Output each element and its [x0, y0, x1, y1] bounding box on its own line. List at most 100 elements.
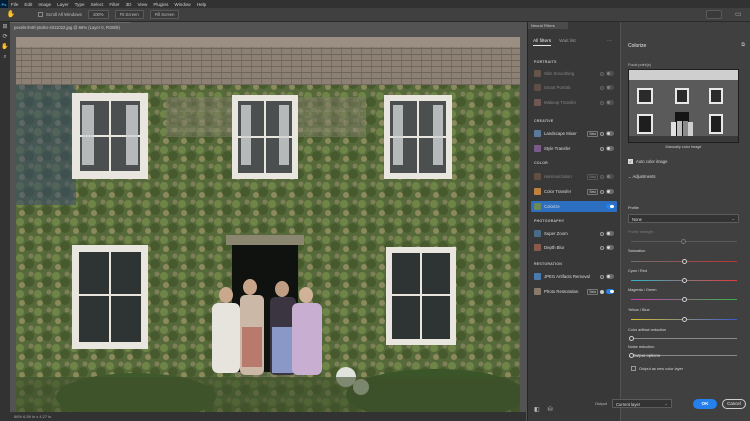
filter-thumbnail-icon [534, 244, 541, 251]
neural-filters-tab[interactable]: Neural Filters [528, 22, 568, 29]
filter-toggle[interactable] [606, 146, 614, 151]
document-canvas[interactable] [16, 37, 520, 412]
slider-knob[interactable] [681, 259, 687, 264]
filter-row-color-transfer[interactable]: Color Transfer Beta [531, 186, 617, 197]
filter-row-colorize[interactable]: Colorize [531, 201, 617, 212]
layer-mask-icon[interactable]: ⛁ [548, 406, 553, 413]
share-button[interactable] [706, 10, 722, 19]
menu-window[interactable]: Window [171, 2, 193, 7]
filter-name: Makeup Transfer [544, 100, 577, 105]
auto-color-checkbox[interactable] [628, 159, 633, 164]
menu-view[interactable]: View [134, 2, 150, 7]
cloud-status-icon [600, 71, 604, 76]
slider-label-cyan-red: Cyan / Red [628, 269, 647, 273]
filter-toggle[interactable] [606, 189, 614, 194]
zoom-tool-icon[interactable]: ⌕ [0, 52, 10, 62]
focal-point-preview[interactable] [628, 69, 739, 143]
filter-row-skin-smoothing[interactable]: Skin Smoothing [531, 68, 617, 79]
filter-row-makeup-transfer[interactable]: Makeup Transfer [531, 97, 617, 108]
filter-toggle[interactable] [606, 274, 614, 279]
focal-points-label: Focal point(s) [628, 63, 652, 67]
filter-toggle[interactable] [606, 174, 614, 179]
menu-type[interactable]: Type [72, 2, 88, 7]
tab-wait-list[interactable]: Wait list [559, 39, 576, 46]
menu-select[interactable]: Select [88, 2, 107, 7]
window-top-right [384, 95, 452, 179]
menu-3d[interactable]: 3D [123, 2, 135, 7]
menu-layer[interactable]: Layer [54, 2, 72, 7]
output-options-header[interactable]: ⌄ Output options [628, 353, 660, 358]
menu-file[interactable]: File [8, 2, 21, 7]
filter-thumbnail-icon [534, 84, 541, 91]
output-dropdown[interactable]: Current layer ⌄ [612, 399, 672, 408]
rotate-view-icon[interactable]: ⟳ [0, 32, 10, 42]
slider-knob[interactable] [681, 278, 687, 283]
filter-toggle[interactable] [606, 204, 614, 209]
profile-dropdown[interactable]: None ⌄ [628, 214, 739, 223]
filter-name: Landscape Mixer [544, 131, 577, 136]
filter-name: Skin Smoothing [544, 71, 575, 76]
slider-label-saturation: Saturation [628, 249, 646, 253]
expand-panel-icon[interactable]: ⧉ [741, 42, 745, 48]
adjustments-label: Adjustments [632, 174, 656, 179]
scroll-all-windows-checkbox[interactable] [38, 12, 43, 17]
output-new-layer-checkbox[interactable] [631, 366, 636, 371]
hand-tool-icon[interactable]: ✋ [6, 10, 16, 20]
chevron-down-icon: ⌄ [628, 174, 632, 179]
menu-help[interactable]: Help [194, 2, 209, 7]
slider-knob[interactable] [681, 317, 687, 322]
adjustments-header[interactable]: ⌄ Adjustments [628, 174, 656, 179]
filter-row-depth-blur[interactable]: Depth Blur [531, 242, 617, 253]
menu-edit[interactable]: Edit [21, 2, 35, 7]
filter-toggle[interactable] [606, 131, 614, 136]
output-options-label: Output options [632, 353, 660, 358]
menu-filter[interactable]: Filter [106, 2, 122, 7]
filter-row-photo-restoration[interactable]: Photo Restoration Beta [531, 286, 617, 297]
fill-screen-button[interactable]: Fill Screen [149, 10, 180, 19]
slider-knob[interactable] [628, 336, 634, 341]
filter-thumbnail-icon [534, 173, 541, 180]
filter-thumbnail-icon [534, 230, 541, 237]
cloud-status-icon [600, 245, 604, 250]
hand-tool-icon[interactable]: ✋ [0, 42, 10, 52]
cloud-status-icon [600, 146, 604, 151]
menu-image[interactable]: Image [35, 2, 54, 7]
filter-row-smart-portrait[interactable]: Smart Portrait [531, 82, 617, 93]
filter-toggle[interactable] [606, 71, 614, 76]
filter-row-jpeg-artifacts-removal[interactable]: JPEG Artifacts Removal [531, 271, 617, 282]
cancel-button[interactable]: Cancel [722, 399, 746, 409]
filter-toggle[interactable] [606, 85, 614, 90]
filter-row-super-zoom[interactable]: Super Zoom [531, 228, 617, 239]
fit-screen-button[interactable]: Fit Screen [114, 10, 144, 19]
slider-label-noise-reduction: Noise reduction [628, 345, 655, 349]
cloud-status-icon [600, 289, 604, 294]
output-new-layer-label: Output as new color layer [639, 366, 684, 371]
filter-name: Super Zoom [544, 231, 568, 236]
filter-row-style-transfer[interactable]: Style Transfer [531, 143, 617, 154]
tab-all-filters[interactable]: All filters [533, 39, 552, 46]
photoshop-logo[interactable]: Ps [0, 0, 8, 8]
frame-tool-icon[interactable]: ⊞ [0, 22, 10, 32]
filter-row-landscape-mixer[interactable]: Landscape Mixer Beta [531, 128, 617, 139]
ok-button[interactable]: OK [693, 399, 717, 409]
profile-strength-knob [681, 239, 686, 244]
workspace-icon[interactable]: ▭ [735, 10, 744, 19]
filter-toggle[interactable] [606, 289, 614, 294]
filter-row-harmonization[interactable]: Harmonization Beta [531, 171, 617, 182]
filter-toggle[interactable] [606, 245, 614, 250]
output-label: Output [595, 401, 608, 406]
zoom-100-button[interactable]: 100% [87, 10, 109, 19]
filter-name: Photo Restoration [544, 289, 579, 294]
colorize-title: Colorize [628, 43, 647, 49]
menu-plugins[interactable]: Plugins [150, 2, 171, 7]
filter-thumbnail-icon [534, 188, 541, 195]
slider-track[interactable] [631, 338, 737, 339]
preview-toggle-icon[interactable]: ◧ [534, 406, 540, 413]
slider-knob[interactable] [681, 297, 687, 302]
more-options-icon[interactable]: ⋯ [607, 38, 612, 44]
filter-toggle[interactable] [606, 231, 614, 236]
filter-toggle[interactable] [606, 100, 614, 105]
profile-value: None [632, 216, 643, 222]
filter-name: Style Transfer [544, 146, 571, 151]
document-tab[interactable]: pexels-lmtrl-jmdsn-4011022.jpg @ 66% (La… [10, 22, 130, 31]
